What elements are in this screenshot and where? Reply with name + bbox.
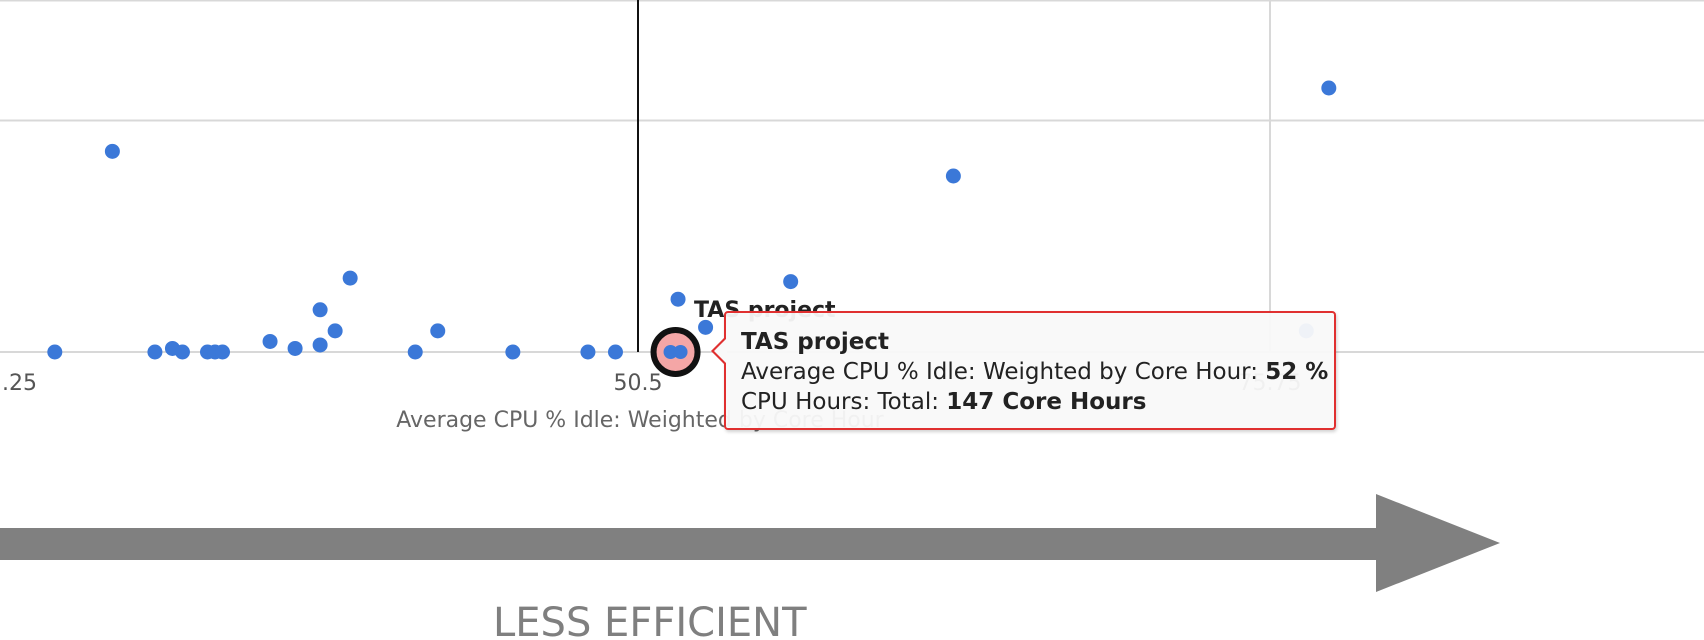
data-point — [670, 291, 686, 307]
data-point — [607, 344, 623, 360]
data-point — [783, 274, 799, 290]
tooltip-title: TAS project — [741, 329, 889, 355]
x-tick-label: 50.5 — [614, 371, 663, 396]
data-point — [104, 143, 120, 159]
data-point — [147, 344, 163, 360]
data-point — [407, 344, 423, 360]
highlighted-point[interactable] — [650, 327, 701, 377]
x-tick-label: .25 — [2, 371, 37, 396]
data-point — [342, 270, 358, 286]
data-point — [312, 302, 328, 318]
data-point — [262, 333, 278, 349]
data-point — [287, 340, 303, 356]
arrow-shaft — [0, 528, 1380, 560]
tooltip-cpu-idle-value: 52 % — [1265, 359, 1329, 385]
data-point — [945, 168, 961, 184]
data-point — [505, 344, 521, 360]
data-point — [312, 337, 328, 353]
data-point — [673, 345, 688, 359]
data-point — [580, 344, 596, 360]
tooltip-cpu-hours-label: CPU Hours: Total: — [741, 389, 947, 415]
data-point — [1321, 80, 1337, 96]
data-point — [327, 323, 343, 339]
less-efficient-label: LESS EFFICIENT — [493, 600, 807, 640]
tooltip-cpu-idle-label: Average CPU % Idle: Weighted by Core Hou… — [741, 359, 1266, 385]
tooltip-line-cpu-hours: CPU Hours: Total: 147 Core Hours — [741, 387, 1334, 417]
grid-lines — [0, 0, 1704, 353]
data-tooltip: TAS project Average CPU % Idle: Weighted… — [724, 311, 1336, 430]
arrow-head — [1376, 494, 1500, 592]
tooltip-cpu-hours-value: 147 Core Hours — [946, 389, 1147, 415]
data-point — [215, 344, 231, 360]
tooltip-caret-inner — [714, 338, 727, 364]
chart-page: .2550.575.75 Average CPU % Idle: Weighte… — [0, 0, 1704, 640]
efficiency-arrow — [0, 494, 1500, 592]
tooltip-line-cpu-idle: Average CPU % Idle: Weighted by Core Hou… — [741, 357, 1334, 387]
data-point — [430, 323, 446, 339]
data-point — [47, 344, 63, 360]
data-point — [174, 344, 190, 360]
